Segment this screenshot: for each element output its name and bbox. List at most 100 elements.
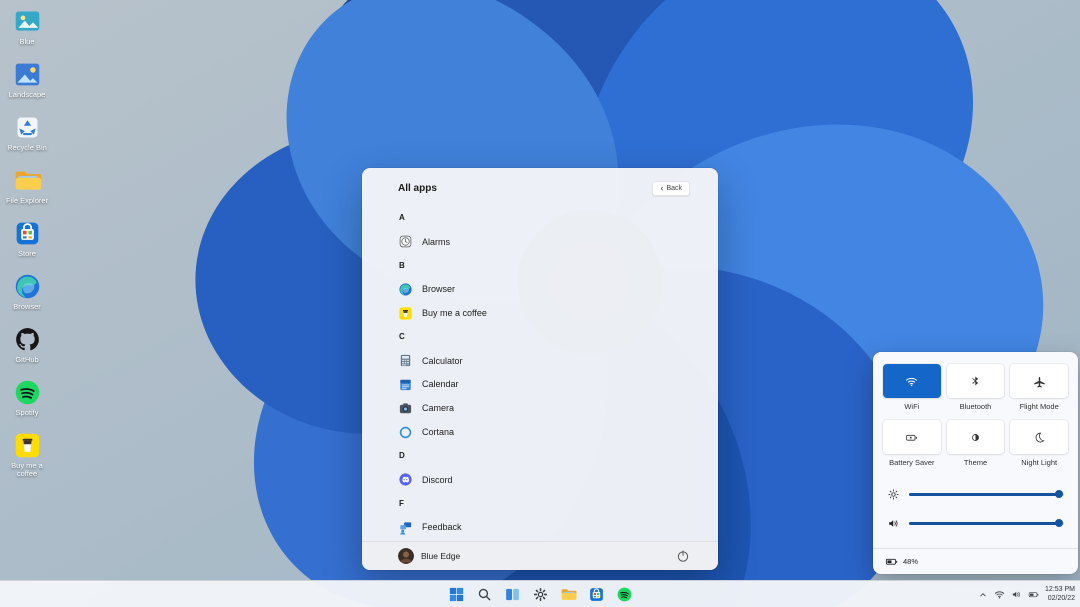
app-section-b: B [362,254,718,278]
github-icon [13,325,42,354]
desktop-icon-landscape[interactable]: Landscape [3,60,51,99]
back-button-label: Back [666,185,682,192]
taskbar-search-button[interactable] [476,586,493,603]
app-item-alarms[interactable]: Alarms [362,230,718,254]
toggle-bluetooth[interactable] [947,364,1005,398]
app-item-calculator[interactable]: Calculator [362,349,718,373]
toggle-label: Theme [964,458,987,467]
desktop-icon-label: Landscape [9,91,46,99]
desktop-icon-file-explorer[interactable]: File Explorer [3,166,51,205]
app-item-label: Discord [422,475,453,485]
desktop-icon-browser[interactable]: Browser [3,272,51,311]
task-view-icon [504,586,521,603]
taskbar-task-view-button[interactable] [504,586,521,603]
folder-icon [13,166,42,195]
toggle-label: WiFi [904,402,919,411]
app-item-cortana[interactable]: Cortana [362,420,718,444]
toggle-night-light[interactable] [1010,420,1068,454]
feedback-icon [398,520,413,535]
quick-toggle-grid: WiFiBluetoothFlight ModeBattery SaverThe… [883,364,1068,467]
toggle-cell-bluetooth: Bluetooth [947,364,1005,411]
chevron-up-icon[interactable] [978,590,988,600]
coffee-icon [13,431,42,460]
app-item-buy-me-a-coffee[interactable]: Buy me a coffee [362,301,718,325]
user-name: Blue Edge [421,551,460,561]
toggle-label: Flight Mode [1020,402,1059,411]
taskbar-settings-button[interactable] [532,586,549,603]
toggle-flight-mode[interactable] [1010,364,1068,398]
app-section-f: F [362,492,718,516]
app-item-label: Buy me a coffee [422,308,487,318]
discord-icon [398,472,413,487]
image-landscape-icon [13,60,42,89]
tray-battery-icon[interactable] [1028,589,1039,600]
calendar-icon [398,377,413,392]
volume-track[interactable] [909,522,1064,525]
taskbar-clock[interactable]: 12:53 PM 02/20/22 [1045,586,1075,603]
volume-knob[interactable] [1055,519,1063,527]
app-item-browser[interactable]: Browser [362,277,718,301]
power-button[interactable] [676,549,690,563]
brightness-knob[interactable] [1055,490,1063,498]
edge-icon [13,272,42,301]
desktop-icon-label: Browser [13,303,41,311]
night-light-icon [1033,431,1046,444]
store-icon [13,219,42,248]
app-section-c: C [362,325,718,349]
app-item-calendar[interactable]: Calendar [362,373,718,397]
desktop-icon-label: File Explorer [6,197,48,205]
start-menu: All apps ‹ Back AAlarmsBBrowserBuy me a … [362,168,718,570]
folder-icon [560,586,577,603]
taskbar-spotify-button[interactable] [616,586,633,603]
tray-wifi-icon[interactable] [994,589,1005,600]
back-button[interactable]: ‹ Back [652,181,690,196]
spotify-icon [616,586,633,603]
desktop-icon-list: Blue Landscape Recycle Bin File Explorer Sto… [3,7,51,478]
app-item-discord[interactable]: Discord [362,468,718,492]
toggle-wifi[interactable] [883,364,941,398]
bluetooth-icon [969,375,982,388]
app-item-label: Calendar [422,379,459,389]
tray-volume-icon[interactable] [1011,589,1022,600]
windows-logo-icon [448,586,465,603]
battery-percent: 48% [903,557,918,566]
desktop-icon-spotify[interactable]: Spotify [3,378,51,417]
app-item-label: Camera [422,403,454,413]
desktop-icon-label: Buy me a coffee [3,462,51,478]
start-menu-list: AAlarmsBBrowserBuy me a coffeeCCalculato… [362,206,718,539]
search-icon [476,586,493,603]
toggle-theme[interactable] [947,420,1005,454]
app-item-label: Cortana [422,427,454,437]
desktop-icon-store[interactable]: Store [3,219,51,258]
brightness-slider[interactable] [887,485,1064,503]
camera-icon [398,401,413,416]
all-apps-title: All apps [398,183,437,194]
desktop-icon-label: Recycle Bin [7,144,47,152]
desktop: Blue Landscape Recycle Bin File Explorer Sto… [0,0,1080,607]
recycle-bin-icon [13,113,42,142]
battery-icon [885,555,898,568]
taskbar-file-explorer-button[interactable] [560,586,577,603]
desktop-icon-blue[interactable]: Blue [3,7,51,46]
system-tray: 12:53 PM 02/20/22 [978,581,1075,607]
spotify-icon [13,378,42,407]
app-item-label: Browser [422,284,455,294]
calculator-icon [398,353,413,368]
brightness-track[interactable] [909,493,1064,496]
app-item-feedback[interactable]: Feedback [362,515,718,539]
volume-icon [887,517,900,530]
tray-date: 02/20/22 [1045,595,1075,604]
toggle-cell-theme: Theme [947,420,1005,467]
desktop-icon-label: Store [18,250,36,258]
toggle-battery-saver[interactable] [883,420,941,454]
user-chip[interactable]: Blue Edge [398,548,460,564]
app-item-camera[interactable]: Camera [362,396,718,420]
desktop-icon-label: GitHub [15,356,38,364]
desktop-icon-github[interactable]: GitHub [3,325,51,364]
volume-slider[interactable] [887,514,1064,532]
desktop-icon-recycle-bin[interactable]: Recycle Bin [3,113,51,152]
taskbar-store-button[interactable] [588,586,605,603]
desktop-icon-buy-me-a-coffee[interactable]: Buy me a coffee [3,431,51,478]
alarms-icon [398,234,413,249]
taskbar-start-button[interactable] [448,586,465,603]
